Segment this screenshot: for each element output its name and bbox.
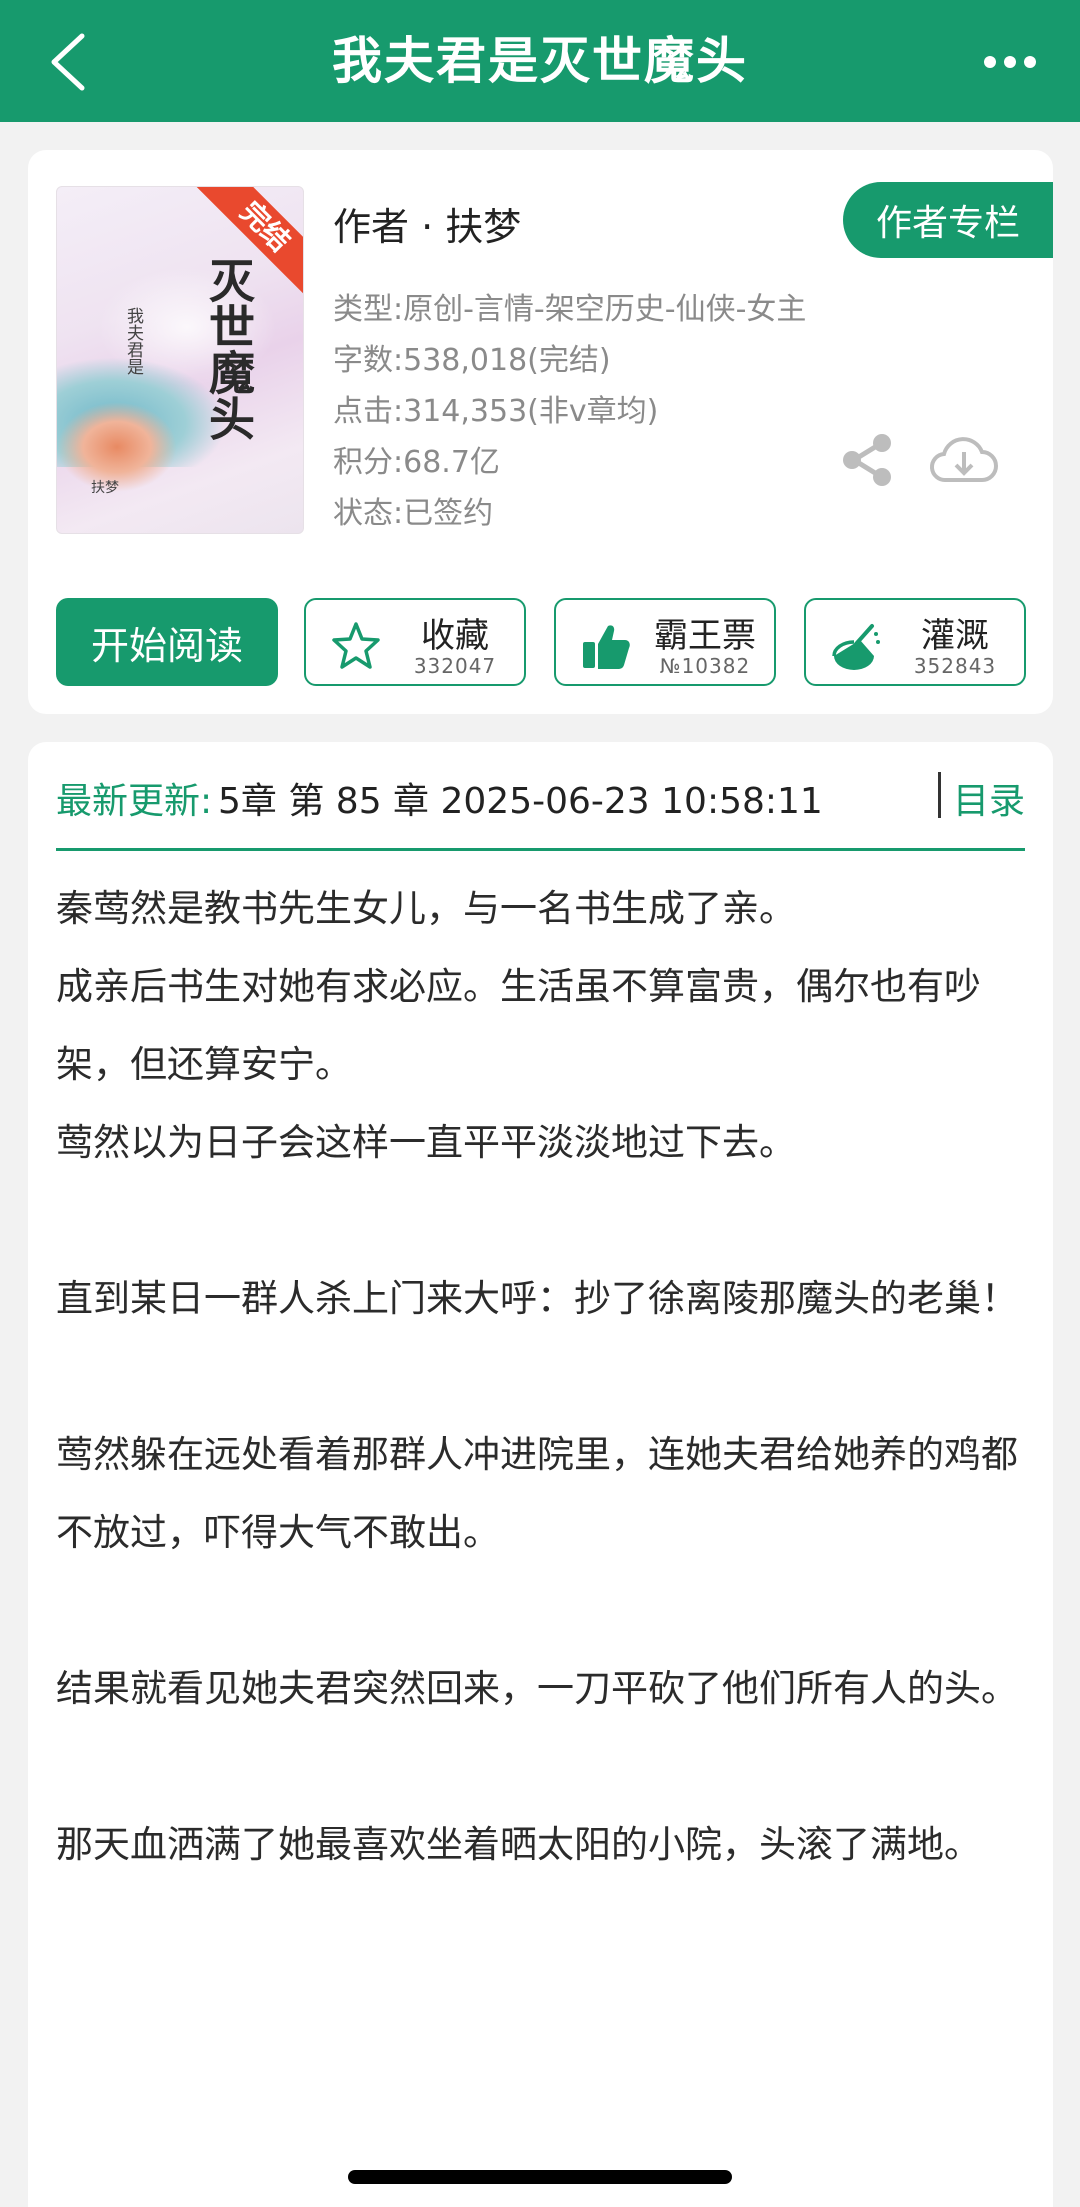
cover-title: 灭世魔头 [202, 257, 256, 441]
thumbs-up-icon [583, 625, 630, 669]
ticket-button[interactable]: 霸王票 №10382 [554, 598, 776, 686]
synopsis-paragraph: 直到某日一群人杀上门来大呼：抄了徐离陵那魔头的老巢！ [56, 1277, 1018, 1320]
top-bar: 我夫君是灭世魔头 [0, 0, 1080, 122]
start-reading-button[interactable]: 开始阅读 [56, 598, 278, 686]
back-button[interactable] [28, 22, 108, 102]
home-indicator[interactable] [348, 2170, 732, 2184]
synopsis-paragraph: 莺然以为日子会这样一直平平淡淡地过下去。 [56, 1121, 796, 1164]
page-title: 我夫君是灭世魔头 [332, 32, 748, 90]
synopsis-paragraph [56, 1338, 1025, 1416]
more-dot-icon [1004, 56, 1016, 68]
synopsis-paragraph [56, 1182, 1025, 1260]
watering-flask-icon [832, 624, 880, 670]
synopsis-paragraph [56, 1728, 1025, 1806]
meta-score: 积分:68.7亿 [333, 445, 500, 480]
meta-clicks: 点击:314,353(非v章均) [333, 394, 659, 429]
synopsis-paragraph: 秦莺然是教书先生女儿，与一名书生成了亲。 [56, 887, 796, 930]
meta-word-count: 字数:538,018(完结) [333, 343, 611, 378]
download-button[interactable] [928, 432, 998, 488]
table-of-contents-link[interactable]: 目录 [953, 772, 1025, 824]
favorite-count: 332047 [413, 654, 497, 678]
latest-update-row[interactable]: 最新更新: 5章 第 85 章 2025-06-23 10:58:11 目录 [56, 742, 1025, 848]
more-dot-icon [984, 56, 996, 68]
favorite-label: 收藏 [421, 616, 489, 656]
synopsis-paragraph [56, 1884, 1025, 1962]
synopsis-card: 最新更新: 5章 第 85 章 2025-06-23 10:58:11 目录 秦… [28, 742, 1053, 2207]
author-name[interactable]: 作者 · 扶梦 [333, 196, 521, 251]
water-count: 352843 [913, 654, 997, 678]
meta-status: 状态:已签约 [333, 496, 494, 531]
synopsis-paragraph: 莺然躲在远处看着那群人冲进院里，连她夫君给她养的鸡都不放过，吓得大气不敢出。 [56, 1433, 1018, 1554]
water-button[interactable]: 灌溉 352843 [804, 598, 1026, 686]
synopsis-paragraph: 成亲后书生对她有求必应。生活虽不算富贵，偶尔也有吵架，但还算安宁。 [56, 965, 981, 1086]
share-icon [843, 434, 891, 486]
cloud-download-icon [930, 437, 998, 483]
synopsis-paragraph [56, 1572, 1025, 1650]
meta-genre: 类型:原创-言情-架空历史-仙侠-女主 [333, 292, 807, 327]
star-icon [332, 622, 380, 669]
latest-update-label: 最新更新: [56, 781, 213, 822]
ticket-count: №10382 [659, 654, 751, 678]
author-column-button[interactable]: 作者专栏 [843, 182, 1053, 258]
synopsis-text: 秦莺然是教书先生女儿，与一名书生成了亲。 成亲后书生对她有求必应。生活虽不算富贵… [56, 870, 1025, 1962]
share-button[interactable] [840, 432, 896, 488]
more-dot-icon [1024, 56, 1036, 68]
ticket-label: 霸王票 [654, 616, 756, 656]
chevron-left-icon [51, 33, 85, 91]
book-cover[interactable]: 我夫君是 灭世魔头 扶梦 完结 [56, 186, 304, 534]
more-button[interactable] [970, 40, 1050, 84]
divider [56, 848, 1025, 851]
book-meta: 类型:原创-言情-架空历史-仙侠-女主 字数:538,018(完结) 点击:31… [333, 284, 806, 539]
synopsis-paragraph: 那天血洒满了她最喜欢坐着晒太阳的小院，头滚了满地。 [56, 1823, 981, 1866]
latest-update-marquee[interactable]: 5章 第 85 章 2025-06-23 10:58:11 [218, 772, 858, 820]
book-info-card: 我夫君是 灭世魔头 扶梦 完结 作者 · 扶梦 作者专栏 类型:原创-言情-架空… [28, 150, 1053, 714]
synopsis-paragraph: 结果就看见她夫君突然回来，一刀平砍了他们所有人的头。 [56, 1667, 1018, 1710]
favorite-button[interactable]: 收藏 332047 [304, 598, 526, 686]
cover-author: 扶梦 [91, 480, 119, 496]
divider [938, 772, 941, 818]
water-label: 灌溉 [921, 616, 989, 656]
